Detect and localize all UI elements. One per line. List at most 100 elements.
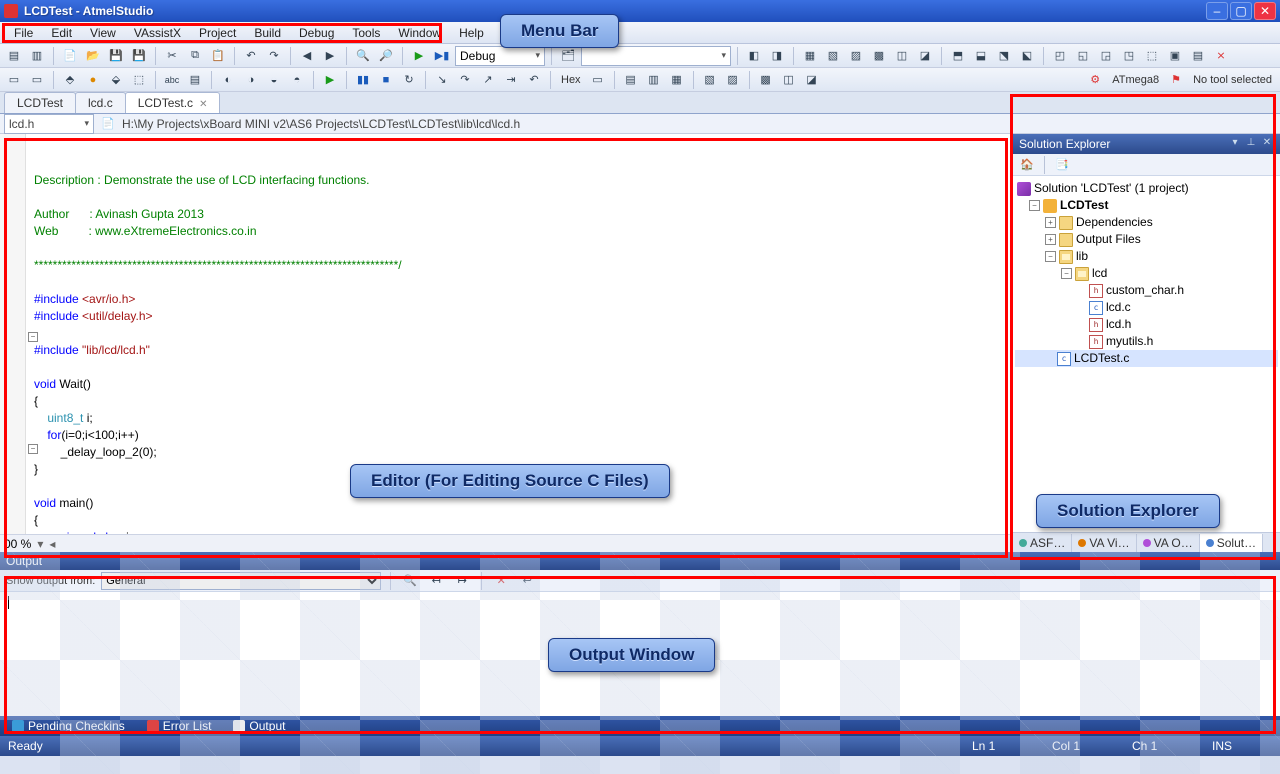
tree-file-custom-char[interactable]: custom_char.h [1015,282,1278,299]
step-into-icon[interactable]: ↘ [432,70,452,90]
tb-icon-n[interactable]: ◱ [1073,46,1093,66]
tb-icon-b[interactable]: ◨ [767,46,787,66]
btab-pending-checkins[interactable]: Pending Checkins [6,717,131,735]
btab-error-list[interactable]: Error List [141,717,218,735]
tree-dependencies[interactable]: +Dependencies [1015,214,1278,231]
tb2-t[interactable]: ◪ [802,70,822,90]
output-source-dropdown[interactable]: General [101,572,381,590]
tb-icon-e[interactable]: ▨ [846,46,866,66]
tb2-i[interactable]: ◐ [218,70,238,90]
tb2-e[interactable]: ⬙ [106,70,126,90]
tb2-b[interactable]: ▭ [27,70,47,90]
tb-icon-g[interactable]: ◫ [892,46,912,66]
tree-file-myutils[interactable]: myutils.h [1015,333,1278,350]
tree-output-files[interactable]: +Output Files [1015,231,1278,248]
tree-file-lcdtest-c[interactable]: LCDTest.c [1015,350,1278,367]
collapse-icon[interactable]: − [1061,268,1072,279]
tb-icon-m[interactable]: ◰ [1050,46,1070,66]
device-icon[interactable]: ⚙ [1085,70,1105,90]
zoom-value[interactable]: 00 % [4,537,31,551]
tb-icon-r[interactable]: ▣ [1165,46,1185,66]
tb2-f[interactable]: ⬚ [129,70,149,90]
device-label[interactable]: ATmega8 [1108,74,1163,86]
new-project-icon[interactable]: ▤ [4,46,24,66]
tb2-c[interactable]: ⬘ [60,70,80,90]
expand-icon[interactable]: + [1045,234,1056,245]
ptab-solution[interactable]: Solut… [1200,534,1263,552]
tb2-q[interactable]: ▨ [723,70,743,90]
output-next-icon[interactable]: ↦ [452,571,472,591]
tb2-p[interactable]: ▧ [700,70,720,90]
open-icon[interactable]: 📂 [83,46,103,66]
tb2-n[interactable]: ▥ [644,70,664,90]
paste-icon[interactable]: 📋 [208,46,228,66]
run-to-cursor-icon[interactable]: ⇥ [501,70,521,90]
expand-icon[interactable]: + [1045,217,1056,228]
menu-window[interactable]: Window [390,24,449,42]
step-over-icon[interactable]: ↷ [455,70,475,90]
menu-build[interactable]: Build [246,24,289,42]
find-combo[interactable] [581,46,731,66]
nav-back-icon[interactable]: ◀ [297,46,317,66]
tb-icon-j[interactable]: ⬓ [971,46,991,66]
maximize-button[interactable]: ▢ [1230,2,1252,20]
tb2-k[interactable]: ◒ [264,70,284,90]
start-nodebug-icon[interactable]: ▶▮ [432,46,452,66]
tb-icon-s[interactable]: ▤ [1188,46,1208,66]
output-wrap-icon[interactable]: ↩ [517,571,537,591]
panel-close-icon[interactable]: ✕ [1260,137,1274,151]
tab-lcd-c[interactable]: lcd.c [75,92,126,113]
pause-icon[interactable]: ▮▮ [353,70,373,90]
tb2-r[interactable]: ▩ [756,70,776,90]
menu-edit[interactable]: Edit [43,24,80,42]
menu-file[interactable]: File [6,24,41,42]
tb2-g[interactable]: abc [162,70,182,90]
scroll-left-icon[interactable]: ◂ [49,537,55,551]
ptab-va-view[interactable]: VA Vi… [1072,534,1136,552]
close-tab-icon[interactable]: ✕ [199,99,207,110]
find-icon[interactable]: 🔍 [353,46,373,66]
tb2-h[interactable]: ▤ [185,70,205,90]
tree-file-lcd-c[interactable]: lcd.c [1015,299,1278,316]
tb-icon-a[interactable]: ◧ [744,46,764,66]
step-out-icon[interactable]: ↗ [478,70,498,90]
tb-icon-o[interactable]: ◲ [1096,46,1116,66]
nav-fwd-icon[interactable]: ▶ [320,46,340,66]
redo-icon[interactable]: ↷ [264,46,284,66]
show-all-icon[interactable]: 📑 [1052,155,1072,175]
tb-icon-t[interactable]: ⨯ [1211,46,1231,66]
tb-icon-p[interactable]: ◳ [1119,46,1139,66]
tb2-o[interactable]: ▦ [667,70,687,90]
collapse-icon[interactable]: − [1029,200,1040,211]
home-icon[interactable]: 🏠 [1017,155,1037,175]
step-back-icon[interactable]: ↶ [524,70,544,90]
save-all-icon[interactable]: 💾 [129,46,149,66]
close-button[interactable]: ✕ [1254,2,1276,20]
ptab-asf[interactable]: ASF… [1013,534,1072,552]
btab-output[interactable]: Output [227,717,291,735]
tb-icon-i[interactable]: ⬒ [948,46,968,66]
solution-platforms-icon[interactable]: 🗂 [558,46,578,66]
panel-pin-icon[interactable]: ⊥ [1244,137,1258,151]
new-file-icon[interactable]: 📄 [60,46,80,66]
tb2-d[interactable]: ● [83,70,103,90]
output-prev-icon[interactable]: ↤ [426,571,446,591]
output-find-icon[interactable]: 🔍 [400,571,420,591]
undo-icon[interactable]: ↶ [241,46,261,66]
solution-tree[interactable]: Solution 'LCDTest' (1 project) −LCDTest … [1013,176,1280,532]
menu-vassistx[interactable]: VAssistX [126,24,189,42]
tb2-j[interactable]: ◑ [241,70,261,90]
find-symbol-icon[interactable]: 🔎 [376,46,396,66]
copy-icon[interactable]: ⧉ [185,46,205,66]
fold-toggle-icon[interactable]: − [28,444,38,454]
collapse-icon[interactable]: − [1045,251,1056,262]
output-clear-icon[interactable]: ✕ [491,571,511,591]
config-dropdown[interactable]: Debug [455,46,545,66]
panel-dropdown-icon[interactable]: ▾ [1228,137,1242,151]
tb-icon-d[interactable]: ▧ [823,46,843,66]
menu-view[interactable]: View [82,24,124,42]
tb-icon-q[interactable]: ⬚ [1142,46,1162,66]
tb-icon-c[interactable]: ▦ [800,46,820,66]
tool-icon[interactable]: ⚑ [1166,70,1186,90]
tool-label[interactable]: No tool selected [1189,74,1276,86]
